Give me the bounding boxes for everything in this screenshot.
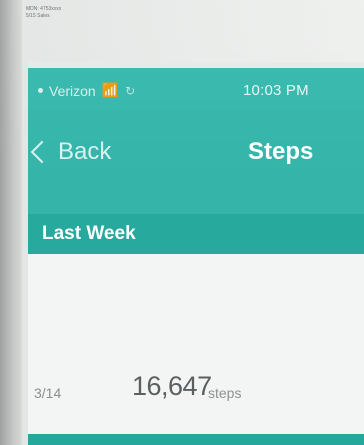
list-item[interactable]: 3/14 16,647 steps [28, 359, 364, 419]
sticker-line-1: MDN: 4753xxxx [26, 6, 62, 12]
device-bezel [0, 0, 22, 445]
page-title: Steps [248, 138, 314, 165]
section-header: Last Week [28, 214, 364, 254]
activity-icon: ↻ [125, 83, 136, 98]
status-time: 10:03 PM [243, 82, 309, 99]
navigation-bar: Back Steps [28, 110, 364, 214]
back-button[interactable]: Back [30, 138, 112, 166]
carrier-name: Verizon [49, 82, 96, 99]
status-bar: Verizon 📶 ↻ 10:03 PM [28, 68, 364, 110]
wifi-icon: 📶 [101, 82, 120, 98]
device-sticker: MDN: 4753xxxx 5/15 Sales [26, 6, 96, 36]
steps-list: 3/14 16,647 steps [28, 254, 364, 434]
section-label: Last Week [42, 223, 136, 244]
carrier-group: Verizon 📶 ↻ [38, 82, 135, 99]
signal-dot-icon [38, 88, 43, 93]
chevron-left-icon [30, 140, 54, 164]
phone-screen: Verizon 📶 ↻ 10:03 PM Back Steps Last Wee… [28, 62, 364, 445]
entry-date: 3/14 [34, 385, 62, 401]
back-label: Back [58, 138, 112, 165]
next-section-header [28, 434, 364, 445]
photo-frame: MDN: 4753xxxx 5/15 Sales Verizon 📶 ↻ 10:… [0, 0, 364, 445]
entry-unit: steps [208, 385, 242, 401]
entry-step-count: 16,647 [132, 371, 212, 401]
sticker-line-2: 5/15 Sales [26, 13, 50, 19]
